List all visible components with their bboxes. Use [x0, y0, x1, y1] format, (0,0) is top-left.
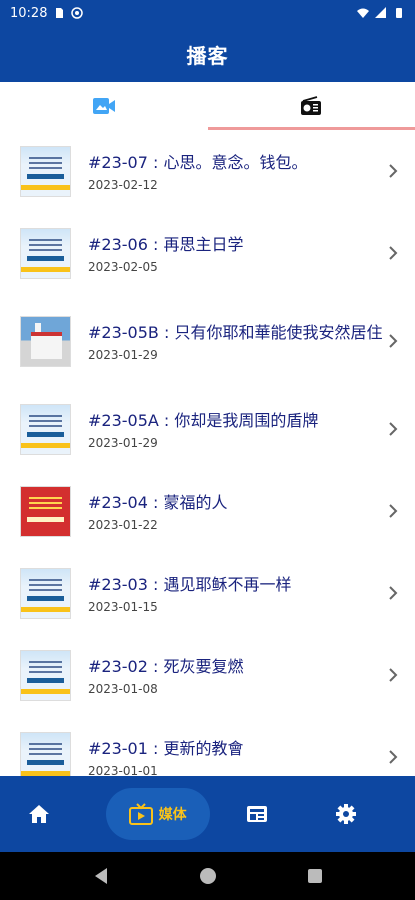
gear-icon — [336, 804, 357, 824]
list-item[interactable]: #23-07 : 心思。意念。钱包。 2023-02-12 — [0, 130, 415, 212]
episode-thumbnail — [20, 731, 71, 776]
episode-title: #23-01 : 更新的教會 — [88, 739, 244, 758]
list-item[interactable]: #23-01 : 更新的教會 2023-01-01 — [0, 716, 415, 776]
episode-thumbnail — [20, 403, 71, 455]
episode-date: 2023-02-05 — [88, 260, 158, 274]
episode-date: 2023-01-15 — [88, 600, 158, 614]
radio-icon — [301, 96, 322, 115]
chevron-right-icon — [383, 245, 403, 261]
episode-title: #23-06 : 再思主日学 — [88, 235, 244, 254]
list-item[interactable]: #23-02 : 死灰要复燃 2023-01-08 — [0, 634, 415, 716]
app-bar: 播客 — [0, 26, 415, 82]
list-item[interactable]: #23-06 : 再思主日学 2023-02-05 — [0, 212, 415, 294]
video-camera-icon — [92, 98, 115, 114]
episode-title: #23-05A : 你却是我周围的盾牌 — [88, 411, 319, 430]
episode-date: 2023-01-08 — [88, 682, 158, 696]
back-icon[interactable] — [93, 867, 109, 885]
sd-card-icon — [56, 8, 64, 18]
tab-video[interactable] — [0, 82, 208, 130]
nav-media-label: 媒体 — [158, 807, 187, 823]
tab-audio[interactable] — [207, 82, 415, 130]
recents-icon[interactable] — [307, 868, 323, 884]
episode-title: #23-03 : 遇见耶稣不再一样 — [88, 575, 292, 594]
tab-bar — [0, 82, 415, 130]
episode-thumbnail — [20, 649, 71, 701]
list-item[interactable]: #23-05A : 你却是我周围的盾牌 2023-01-29 — [0, 388, 415, 470]
battery-icon — [396, 8, 402, 18]
status-time: 10:28 — [10, 5, 48, 21]
episode-date: 2023-01-29 — [88, 436, 158, 450]
episode-title: #23-07 : 心思。意念。钱包。 — [88, 153, 308, 172]
episode-list: #23-07 : 心思。意念。钱包。 2023-02-12 #23-06 : 再… — [0, 130, 415, 776]
page-title: 播客 — [186, 43, 229, 68]
home-circle-icon[interactable] — [199, 867, 217, 885]
nav-home[interactable] — [0, 804, 78, 824]
chevron-right-icon — [383, 749, 403, 765]
system-nav-bar — [0, 852, 415, 900]
home-icon — [28, 805, 49, 823]
chevron-right-icon — [383, 585, 403, 601]
list-item[interactable]: #23-04 : 蒙福的人 2023-01-22 — [0, 470, 415, 552]
nav-media[interactable]: 媒体 — [105, 788, 210, 840]
episode-title: #23-04 : 蒙福的人 — [88, 493, 228, 512]
chevron-right-icon — [383, 333, 403, 349]
bottom-nav: 媒体 — [0, 776, 415, 852]
episode-date: 2023-02-12 — [88, 178, 158, 192]
status-bar: 10:28 — [0, 0, 415, 26]
chevron-right-icon — [383, 667, 403, 683]
tv-icon — [128, 803, 153, 825]
chevron-right-icon — [383, 421, 403, 437]
episode-thumbnail — [20, 485, 71, 537]
list-item[interactable]: #23-03 : 遇见耶稣不再一样 2023-01-15 — [0, 552, 415, 634]
list-item[interactable]: #23-05B : 只有你耶和華能使我安然居住 2023-01-29 — [0, 294, 415, 388]
episode-thumbnail — [20, 315, 71, 367]
episode-date: 2023-01-22 — [88, 518, 158, 532]
chevron-right-icon — [383, 163, 403, 179]
episode-date: 2023-01-29 — [88, 348, 158, 362]
blocked-icon — [71, 7, 84, 19]
episode-thumbnail — [20, 145, 71, 197]
newspaper-icon — [247, 806, 268, 822]
episode-title: #23-05B : 只有你耶和華能使我安然居住 — [88, 323, 383, 342]
nav-settings[interactable] — [277, 803, 415, 825]
episode-title: #23-02 : 死灰要复燃 — [88, 657, 244, 676]
nav-news[interactable] — [238, 804, 278, 824]
episode-date: 2023-01-01 — [88, 764, 158, 776]
episode-thumbnail — [20, 227, 71, 279]
chevron-right-icon — [383, 503, 403, 519]
wifi-icon — [357, 8, 369, 18]
episode-thumbnail — [20, 567, 71, 619]
signal-icon — [375, 7, 386, 18]
